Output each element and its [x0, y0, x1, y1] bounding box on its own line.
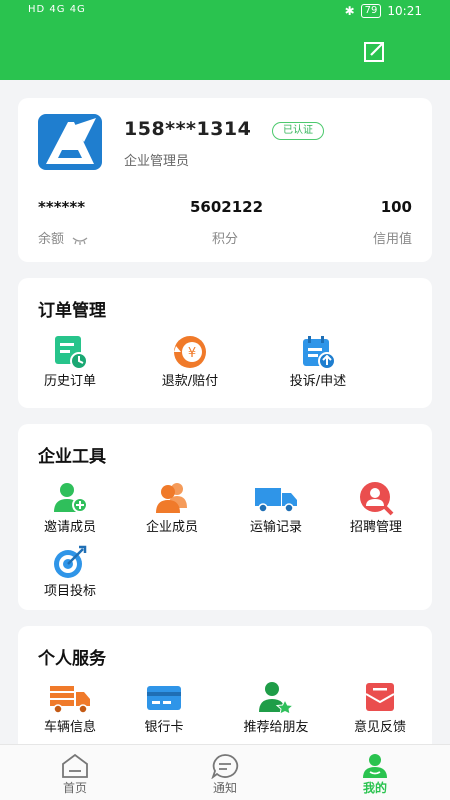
- eye-closed-icon[interactable]: [72, 235, 88, 245]
- feedback-label: 意见反馈: [353, 720, 406, 735]
- network-indicator: HD 4G 4G: [28, 4, 86, 15]
- enterprise-tools-card: 企业工具 邀请成员 企业成员 运输记录 招聘管理 项目投标: [18, 424, 432, 610]
- header-bar: HD 4G 4G ✱ 79 10:21: [0, 0, 450, 80]
- refund-button[interactable]: ¥ 退款/赔付: [138, 334, 242, 394]
- vehicle-info-button[interactable]: 车辆信息: [18, 680, 122, 740]
- message-icon: [211, 754, 239, 779]
- balance-label[interactable]: 余额: [38, 228, 88, 247]
- balance-label-text: 余额: [38, 232, 65, 247]
- recruit-label: 招聘管理: [349, 520, 402, 535]
- tab-notification[interactable]: 通知: [180, 745, 270, 800]
- tab-home[interactable]: 首页: [30, 745, 120, 800]
- invite-member-label: 邀请成员: [43, 520, 96, 535]
- feedback-button[interactable]: 意见反馈: [328, 680, 432, 740]
- recruit-button[interactable]: 招聘管理: [324, 480, 428, 540]
- vehicle-info-label: 车辆信息: [43, 720, 96, 735]
- project-bid-button[interactable]: 项目投标: [18, 544, 122, 604]
- members-label: 企业成员: [145, 520, 198, 535]
- clock: 10:21: [387, 4, 422, 18]
- bank-card-icon: [147, 686, 181, 710]
- bank-card-label: 银行卡: [144, 720, 184, 735]
- points-label: 积分: [212, 232, 239, 247]
- recommend-button[interactable]: 推荐给朋友: [224, 680, 328, 740]
- complaint-label: 投诉/申述: [289, 374, 347, 389]
- refund-icon: ¥: [174, 336, 206, 368]
- profile-card: 158***1314 已认证 企业管理员 ****** 余额 5602122 积…: [18, 98, 432, 262]
- bottom-tab-bar: 首页 通知 我的: [0, 744, 450, 800]
- verified-badge: 已认证: [272, 122, 324, 140]
- phone-number: 158***1314: [124, 118, 252, 140]
- bluetooth-icon: ✱: [344, 4, 355, 18]
- svg-text:¥: ¥: [188, 346, 196, 361]
- section-title: 订单管理: [38, 301, 106, 321]
- credit-value: 100: [380, 198, 412, 216]
- order-management-card: 订单管理 历史订单 ¥ 退款/赔付 投诉/申述: [18, 278, 432, 408]
- transport-record-button[interactable]: 运输记录: [224, 480, 328, 540]
- status-bar: HD 4G 4G ✱ 79 10:21: [0, 0, 450, 24]
- credit-label: 信用值: [372, 232, 412, 247]
- balance-value: ******: [38, 198, 86, 216]
- transport-record-label: 运输记录: [249, 520, 302, 535]
- user-role: 企业管理员: [124, 154, 190, 169]
- history-order-label: 历史订单: [43, 374, 96, 389]
- bank-card-button[interactable]: 银行卡: [112, 680, 216, 740]
- history-order-icon: [55, 336, 88, 370]
- project-bid-label: 项目投标: [43, 584, 96, 599]
- profile-icon: [363, 754, 387, 778]
- members-icon: [156, 483, 187, 513]
- feedback-icon: [365, 683, 395, 711]
- battery-level: 79: [360, 4, 382, 18]
- recommend-label: 推荐给朋友: [243, 720, 309, 735]
- tab-mine[interactable]: 我的: [330, 745, 420, 800]
- company-logo: [38, 114, 102, 170]
- section-title: 个人服务: [38, 649, 106, 669]
- personal-services-card: 个人服务 车辆信息 银行卡 推荐给朋友 意见反馈: [18, 626, 432, 756]
- recruit-icon: [360, 482, 394, 516]
- complaint-button[interactable]: 投诉/申述: [266, 334, 370, 394]
- tab-mine-label: 我的: [362, 781, 387, 795]
- tab-home-label: 首页: [62, 781, 87, 795]
- complaint-icon: [303, 336, 336, 370]
- status-right: ✱ 79 10:21: [345, 4, 422, 18]
- refund-label: 退款/赔付: [161, 374, 219, 389]
- section-title: 企业工具: [38, 447, 106, 467]
- history-order-button[interactable]: 历史订单: [18, 334, 122, 394]
- target-icon: [54, 545, 87, 578]
- recommend-icon: [259, 682, 294, 715]
- members-button[interactable]: 企业成员: [120, 480, 224, 540]
- vehicle-icon: [50, 686, 90, 714]
- invite-member-icon: [54, 483, 88, 513]
- edit-icon[interactable]: [362, 40, 386, 64]
- invite-member-button[interactable]: 邀请成员: [18, 480, 122, 540]
- points-value: 5602122: [190, 198, 264, 216]
- truck-icon: [255, 488, 297, 513]
- tab-notification-label: 通知: [212, 781, 237, 795]
- home-icon: [62, 753, 88, 778]
